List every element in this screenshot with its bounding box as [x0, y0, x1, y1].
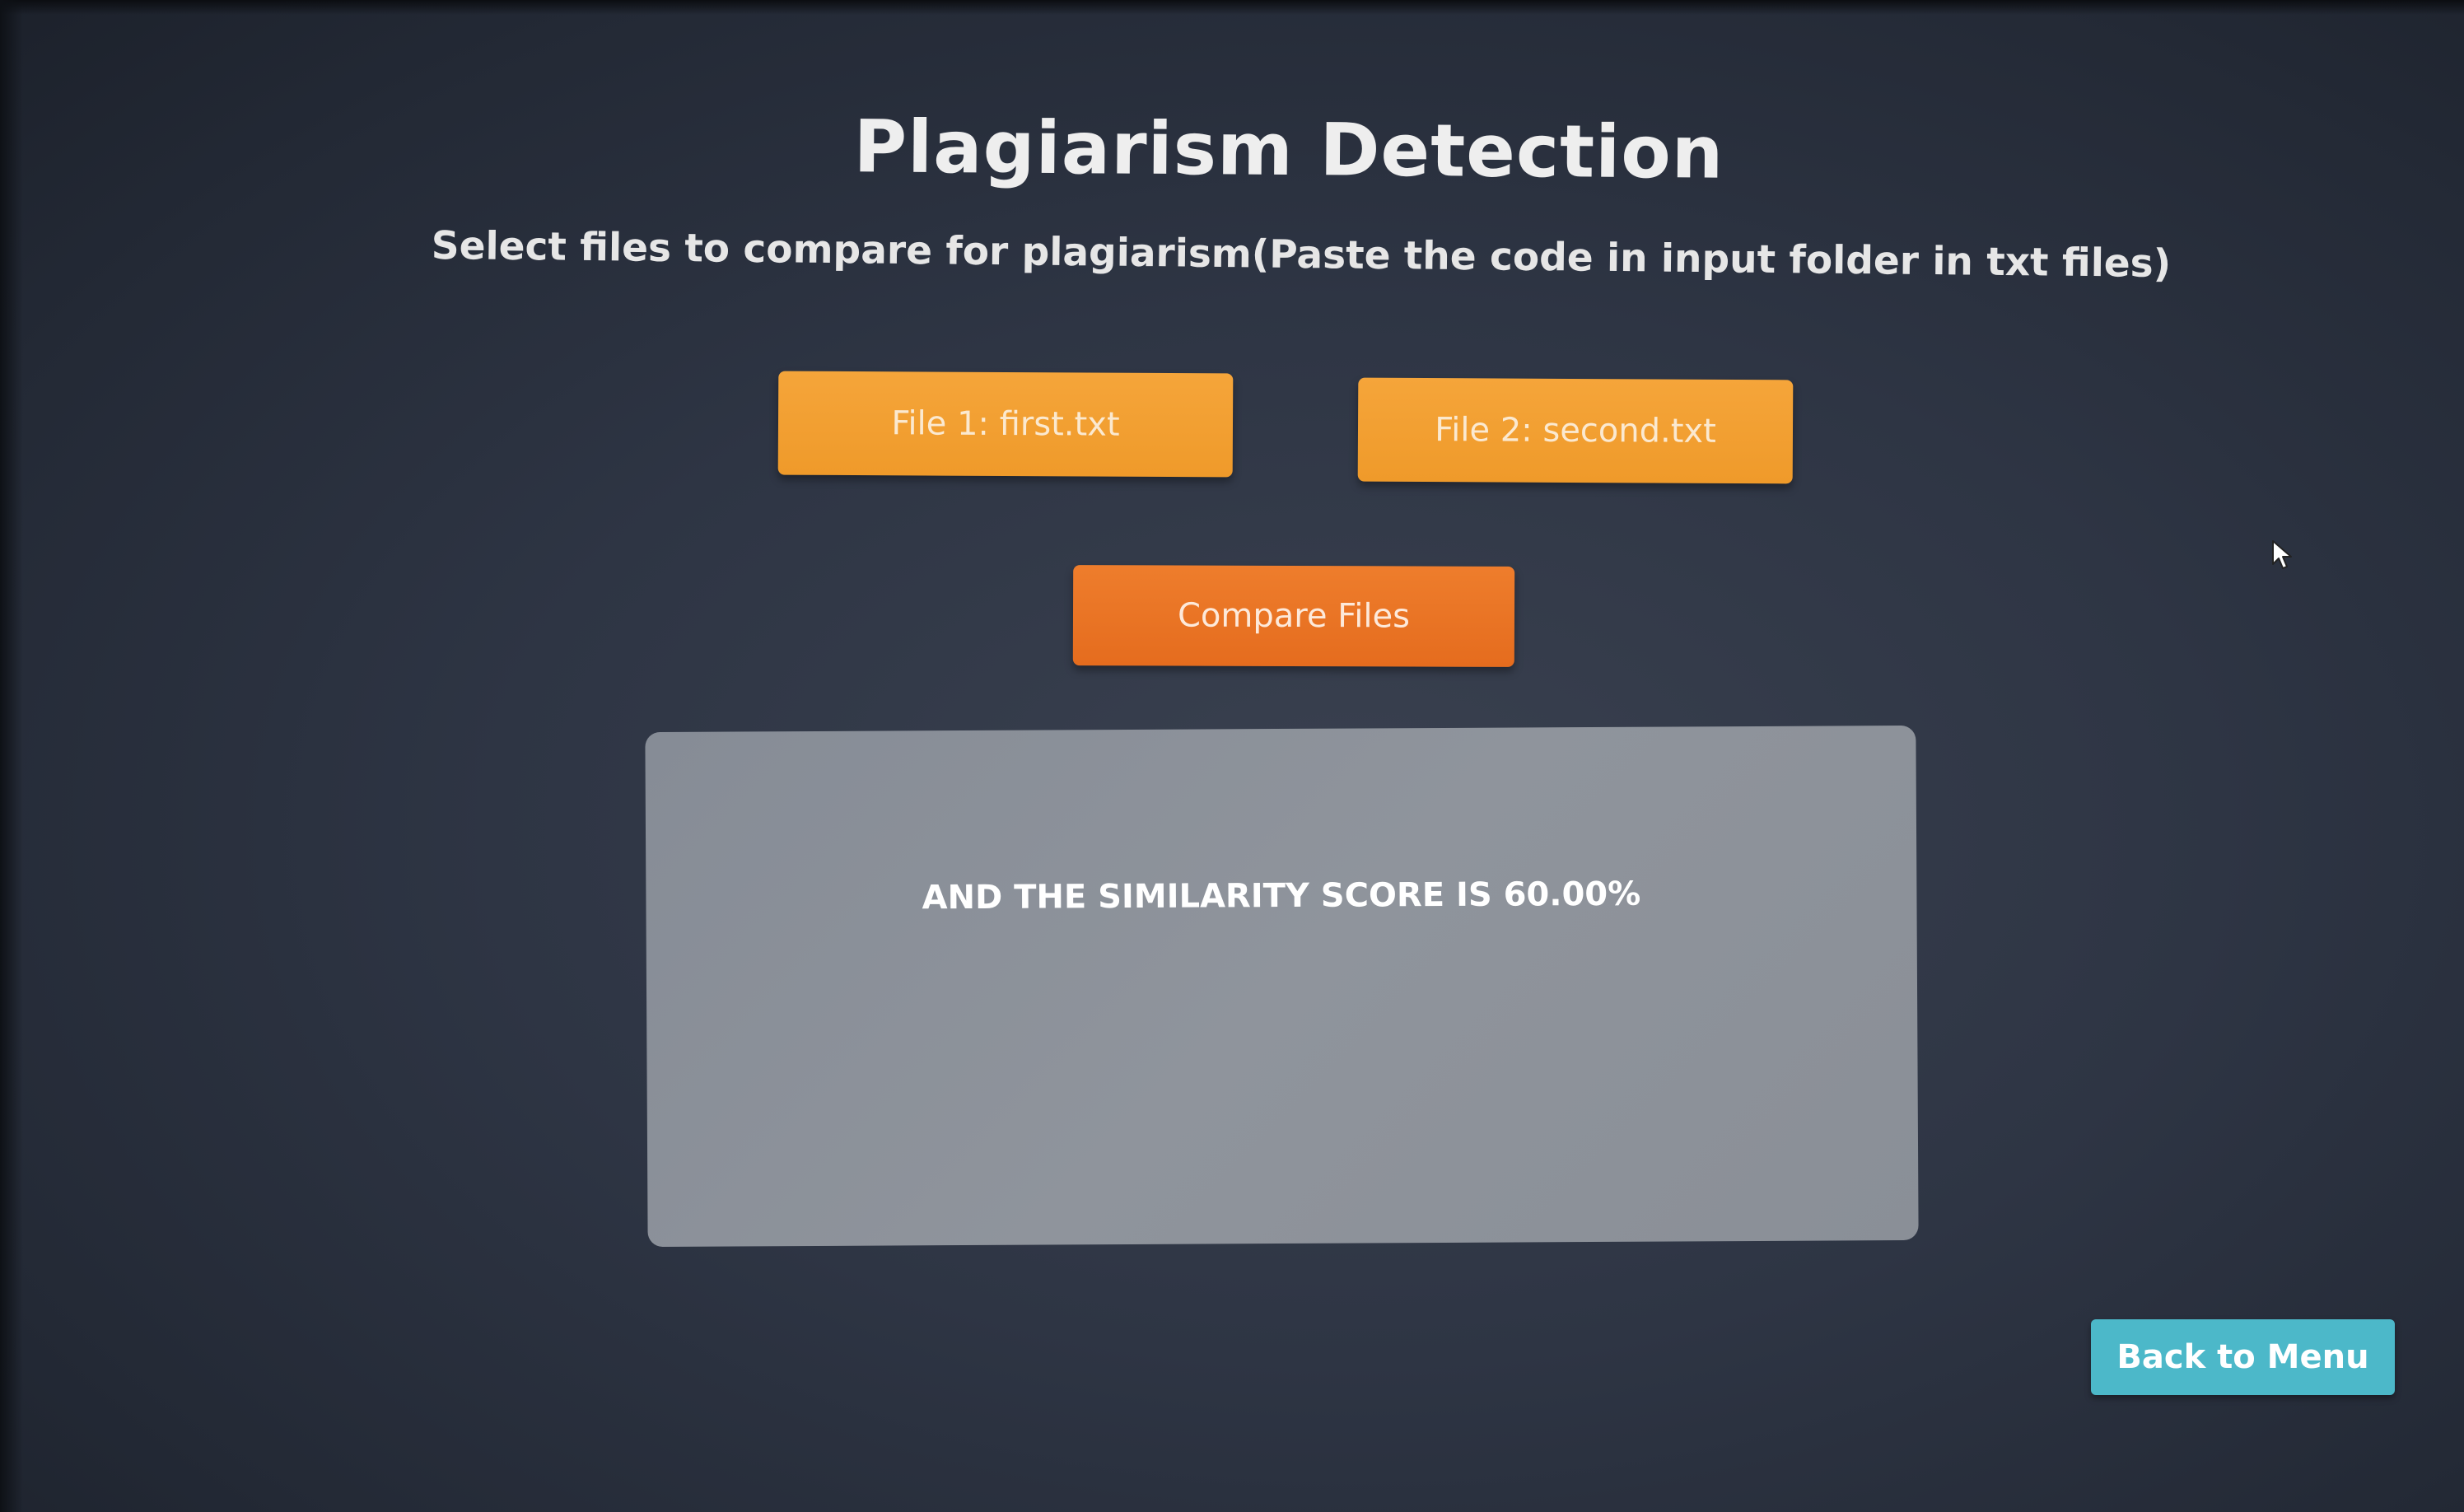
similarity-result-text: AND THE SIMILARITY SCORE IS 60.00%: [922, 875, 1641, 917]
page-subtitle: Select files to compare for plagiarism(P…: [431, 222, 2172, 287]
monitor-bezel-top: [0, 0, 2464, 15]
app-screen: Plagiarism Detection Select files to com…: [0, 0, 2464, 1512]
file-1-button[interactable]: File 1: first.txt: [777, 371, 1234, 478]
back-to-menu-button[interactable]: Back to Menu: [2091, 1319, 2395, 1395]
file-2-button[interactable]: File 2: second.txt: [1357, 377, 1794, 484]
page-title: Plagiarism Detection: [853, 104, 1724, 195]
result-panel: AND THE SIMILARITY SCORE IS 60.00%: [645, 725, 1919, 1248]
compare-files-button[interactable]: Compare Files: [1072, 565, 1515, 667]
mouse-pointer-icon: [2272, 540, 2292, 569]
